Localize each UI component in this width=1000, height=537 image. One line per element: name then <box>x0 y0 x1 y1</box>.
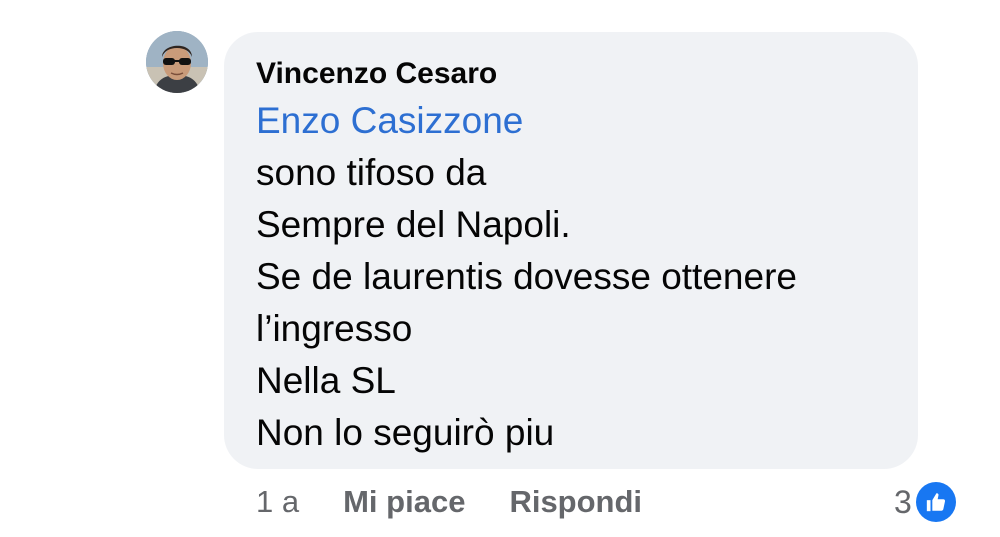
comment-line: sono tifoso da <box>256 152 487 193</box>
comment-line: Non lo seguirò piu <box>256 412 555 453</box>
comment-timestamp[interactable]: 1 a <box>256 484 299 520</box>
comment-actions: 1 a Mi piace Rispondi <box>256 480 686 524</box>
mention-link[interactable]: Enzo Casizzone <box>256 95 918 147</box>
reactions-summary[interactable]: 3 <box>894 480 956 524</box>
comment-line: Sempre del Napoli. <box>256 204 571 245</box>
avatar[interactable] <box>146 31 208 93</box>
comment-line: Nella SL <box>256 360 396 401</box>
comment-bubble: Vincenzo Cesaro Enzo Casizzone sono tifo… <box>224 32 918 469</box>
reply-button[interactable]: Rispondi <box>509 484 642 520</box>
reaction-count: 3 <box>894 483 912 520</box>
thumbs-up-icon <box>915 482 956 522</box>
like-button[interactable]: Mi piace <box>343 484 465 520</box>
comment-line: Se de laurentis dovesse ottenere <box>256 256 797 297</box>
avatar-photo <box>146 31 208 93</box>
comment-author[interactable]: Vincenzo Cesaro <box>256 54 918 94</box>
comment-line: l’ingresso <box>256 308 413 349</box>
